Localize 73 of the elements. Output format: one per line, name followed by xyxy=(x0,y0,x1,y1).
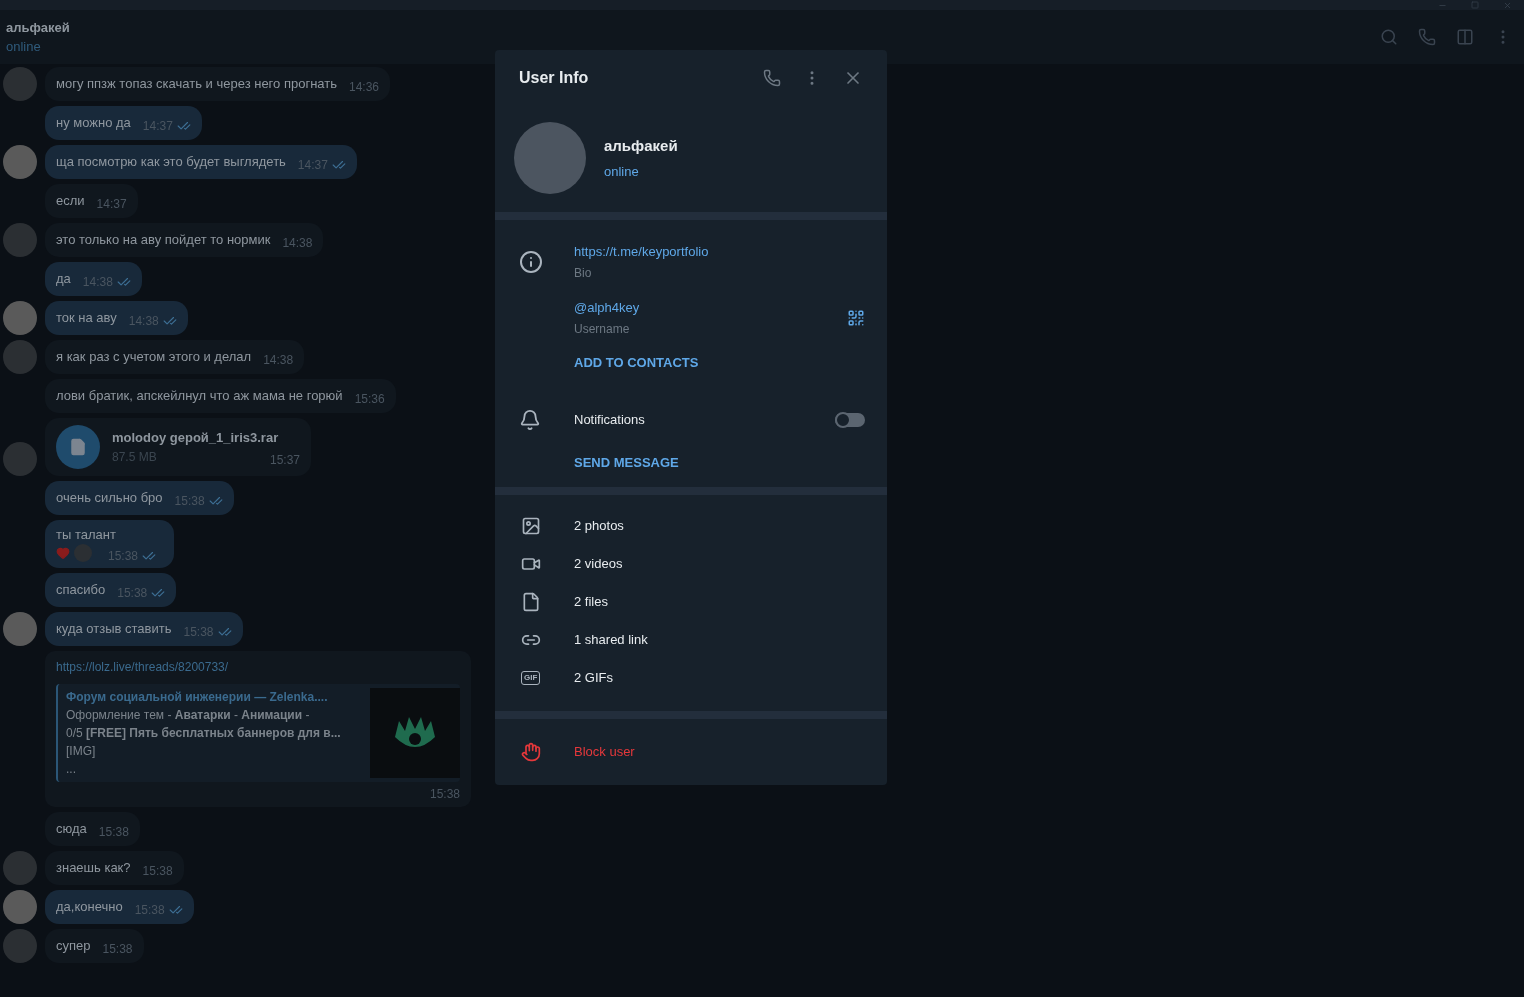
qr-code-icon[interactable] xyxy=(847,309,865,327)
message-time: 14:38 xyxy=(263,352,294,369)
file-icon xyxy=(521,592,541,612)
media-row[interactable]: 2 photos xyxy=(495,507,887,545)
media-label: 2 files xyxy=(574,593,608,612)
add-to-contacts-button[interactable]: ADD TO CONTACTS xyxy=(574,350,699,376)
media-row[interactable]: 2 videos xyxy=(495,545,887,583)
notifications-label: Notifications xyxy=(574,410,646,429)
message-text: сюда xyxy=(56,820,87,838)
media-label: 1 shared link xyxy=(574,631,648,650)
message-text: очень сильно бро xyxy=(56,489,163,507)
phone-icon[interactable] xyxy=(1418,28,1436,46)
message-text: ток на аву xyxy=(56,309,117,327)
info-icon xyxy=(519,250,543,274)
preview-text: ... xyxy=(66,761,77,778)
media-label: 2 photos xyxy=(574,517,624,536)
media-label: 2 videos xyxy=(574,555,623,574)
message-time: 15:36 xyxy=(354,391,385,408)
message-text: если xyxy=(56,192,85,210)
chat-status: online xyxy=(6,38,42,56)
preview-text: Оформление тем - Аватарки - Анимации - xyxy=(66,707,311,724)
file-icon[interactable] xyxy=(56,425,100,469)
heart-reaction-icon[interactable] xyxy=(56,546,70,560)
message-text: ща посмотрю как это будет выглядеть xyxy=(56,153,286,171)
media-row[interactable]: 2 files xyxy=(495,583,887,621)
message-text: лови братик, апскейлнул что аж мама не горюй xyxy=(56,387,343,405)
message-text: да,конечно xyxy=(56,898,123,916)
phone-icon[interactable] xyxy=(763,69,781,87)
media-label: 2 GIFs xyxy=(574,669,613,688)
message-time: 15:37 xyxy=(269,451,300,469)
message-time: 15:38 xyxy=(98,824,129,841)
message-time: 14:36 xyxy=(349,79,380,96)
hand-icon xyxy=(521,742,541,762)
media-row[interactable]: 1 shared link xyxy=(495,621,887,659)
file-name: molodoy gepой_1_iris3.rar xyxy=(112,429,280,448)
message-text: я как раз с учетом этого и делал xyxy=(56,348,252,366)
message-text: куда отзыв ставить xyxy=(56,620,172,638)
message-text: спасибо xyxy=(56,581,106,599)
send-message-button[interactable]: SEND MESSAGE xyxy=(574,449,679,475)
message-time: 15:38 xyxy=(429,786,460,803)
profile-status: online xyxy=(604,162,640,181)
message-text: это только на аву пойдет то нормик xyxy=(56,231,271,249)
message-text: знаешь как? xyxy=(56,859,131,877)
media-row[interactable]: GIF 2 GIFs xyxy=(495,659,887,697)
message-text: ну можно да xyxy=(56,114,131,132)
info-value[interactable]: https://t.me/keyportfolio xyxy=(574,242,865,262)
block-user-row[interactable]: Block user xyxy=(495,719,887,785)
chat-name: альфакей xyxy=(6,18,70,37)
block-user-label: Block user xyxy=(574,743,635,762)
info-label: Username xyxy=(574,320,631,338)
bell-icon xyxy=(519,408,541,431)
message-time: 14:38 xyxy=(282,235,313,252)
search-icon[interactable] xyxy=(1380,28,1398,46)
preview-title: Форум социальной инженерии — Zelenka.... xyxy=(66,689,329,706)
panel-title: User Info xyxy=(519,68,589,88)
message-text: супер xyxy=(56,937,91,955)
profile-name: альфакей xyxy=(604,136,678,156)
message-text: могу ппзж топаз скачать и через него прогнать xyxy=(56,75,337,93)
info-value[interactable]: @alph4key xyxy=(574,298,847,318)
message-text: ты талант xyxy=(56,526,117,544)
link-preview[interactable]: Форум социальной инженерии — Zelenka.... Оформление тем - Аватарки - Анимации - 0/5 [FREE] Пять бесплатных баннеров для в... [IMG] ... xyxy=(56,684,460,782)
gif-icon: GIF xyxy=(521,671,541,685)
info-label: Bio xyxy=(574,264,593,282)
photo-icon xyxy=(521,516,541,536)
message-text: да xyxy=(56,270,71,288)
preview-text: 0/5 [FREE] Пять бесплатных баннеров для в... xyxy=(66,725,342,742)
maximize-icon[interactable] xyxy=(1471,1,1479,9)
message-time: 15:38 xyxy=(142,863,173,880)
sidebar-toggle-icon[interactable] xyxy=(1456,28,1474,46)
preview-text: [IMG] xyxy=(66,743,97,760)
message-time: 14:37 xyxy=(96,196,127,213)
notifications-toggle[interactable] xyxy=(835,412,865,427)
message-time: 15:38 xyxy=(102,941,133,958)
